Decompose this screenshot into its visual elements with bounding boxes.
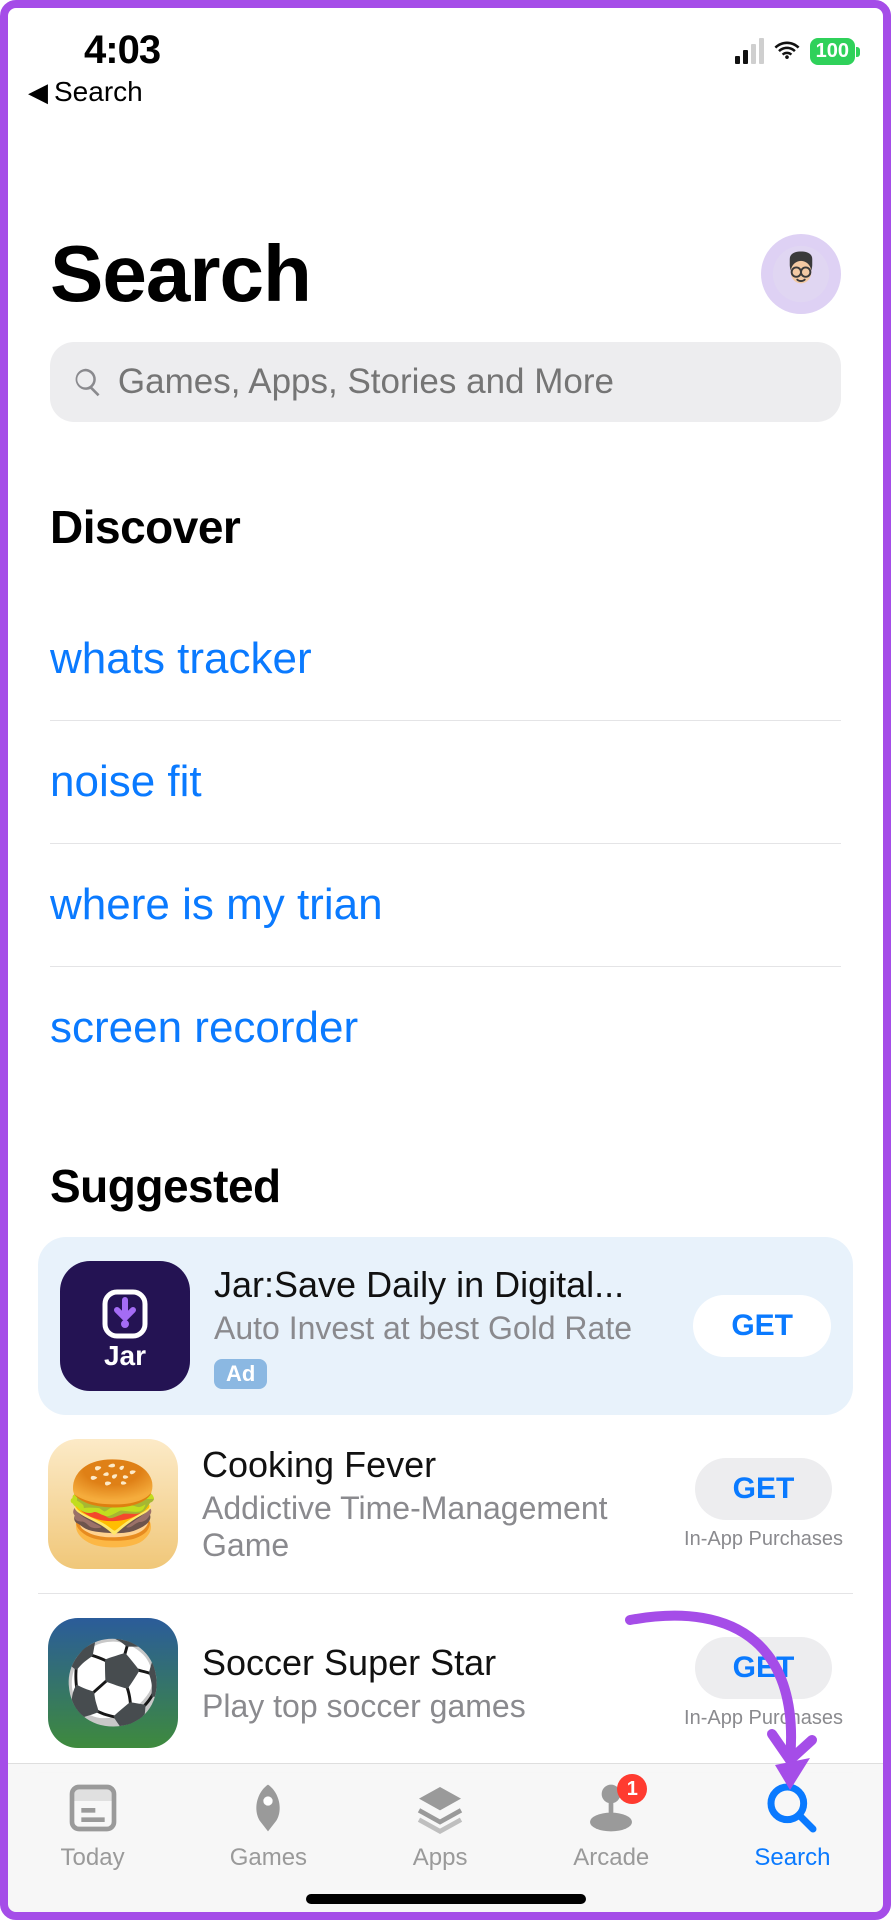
discover-section: Discover whats tracker noise fit where i… (0, 452, 891, 1089)
today-icon (65, 1780, 121, 1836)
back-caret-icon: ◀ (28, 77, 48, 108)
back-nav[interactable]: ◀ Search (0, 70, 891, 108)
discover-title: Discover (50, 500, 841, 554)
search-icon (72, 365, 104, 399)
search-icon (764, 1780, 820, 1836)
status-indicators: 100 (735, 28, 855, 69)
tab-label: Today (61, 1844, 125, 1872)
app-icon-cooking: 🍔 (48, 1439, 178, 1569)
tab-label: Arcade (573, 1844, 649, 1872)
tab-label: Search (754, 1844, 830, 1872)
discover-item[interactable]: screen recorder (50, 967, 841, 1089)
status-time: 4:03 (84, 28, 160, 73)
search-input[interactable] (118, 362, 819, 402)
back-label: Search (54, 76, 143, 108)
tab-search[interactable]: Search (754, 1780, 830, 1872)
app-name: Jar:Save Daily in Digital... (214, 1264, 669, 1306)
tab-label: Apps (413, 1844, 468, 1872)
suggested-section: Suggested (0, 1089, 891, 1213)
header-row: Search (0, 108, 891, 342)
app-subtitle: Addictive Time-Management Game (202, 1490, 660, 1564)
discover-item[interactable]: where is my trian (50, 844, 841, 967)
status-bar: 4:03 100 (0, 0, 891, 70)
app-subtitle: Play top soccer games (202, 1688, 660, 1725)
iap-label: In-App Purchases (684, 1707, 843, 1730)
tab-bar: Today Games Apps 1 Arcade Search (8, 1763, 883, 1912)
home-indicator[interactable] (306, 1894, 586, 1904)
wifi-icon (772, 34, 802, 69)
tab-label: Games (230, 1844, 307, 1872)
suggested-app-ad[interactable]: Jar Jar:Save Daily in Digital... Auto In… (38, 1237, 853, 1415)
page-title: Search (50, 228, 311, 320)
app-name: Soccer Super Star (202, 1642, 660, 1684)
app-icon-jar: Jar (60, 1261, 190, 1391)
tab-arcade[interactable]: 1 Arcade (573, 1780, 649, 1872)
suggested-app-row[interactable]: ⚽ Soccer Super Star Play top soccer game… (38, 1594, 853, 1773)
avatar-icon (771, 244, 831, 304)
get-button[interactable]: GET (695, 1458, 833, 1520)
discover-item[interactable]: noise fit (50, 721, 841, 844)
ad-badge: Ad (214, 1359, 267, 1389)
suggested-app-row[interactable]: 🍔 Cooking Fever Addictive Time-Managemen… (38, 1415, 853, 1594)
get-button[interactable]: GET (693, 1295, 831, 1357)
app-subtitle: Auto Invest at best Gold Rate (214, 1310, 669, 1347)
get-button[interactable]: GET (695, 1637, 833, 1699)
tab-games[interactable]: Games (230, 1780, 307, 1872)
cellular-signal-icon (735, 40, 764, 64)
suggested-title: Suggested (50, 1159, 841, 1213)
layers-icon (412, 1780, 468, 1836)
battery-indicator: 100 (810, 38, 855, 65)
search-wrap (0, 342, 891, 452)
profile-avatar[interactable] (761, 234, 841, 314)
rocket-icon (240, 1780, 296, 1836)
badge: 1 (617, 1774, 647, 1804)
search-box[interactable] (50, 342, 841, 422)
app-name: Cooking Fever (202, 1444, 660, 1486)
app-icon-soccer: ⚽ (48, 1618, 178, 1748)
tab-today[interactable]: Today (61, 1780, 125, 1872)
iap-label: In-App Purchases (684, 1528, 843, 1551)
tab-apps[interactable]: Apps (412, 1780, 468, 1872)
discover-item[interactable]: whats tracker (50, 598, 841, 721)
